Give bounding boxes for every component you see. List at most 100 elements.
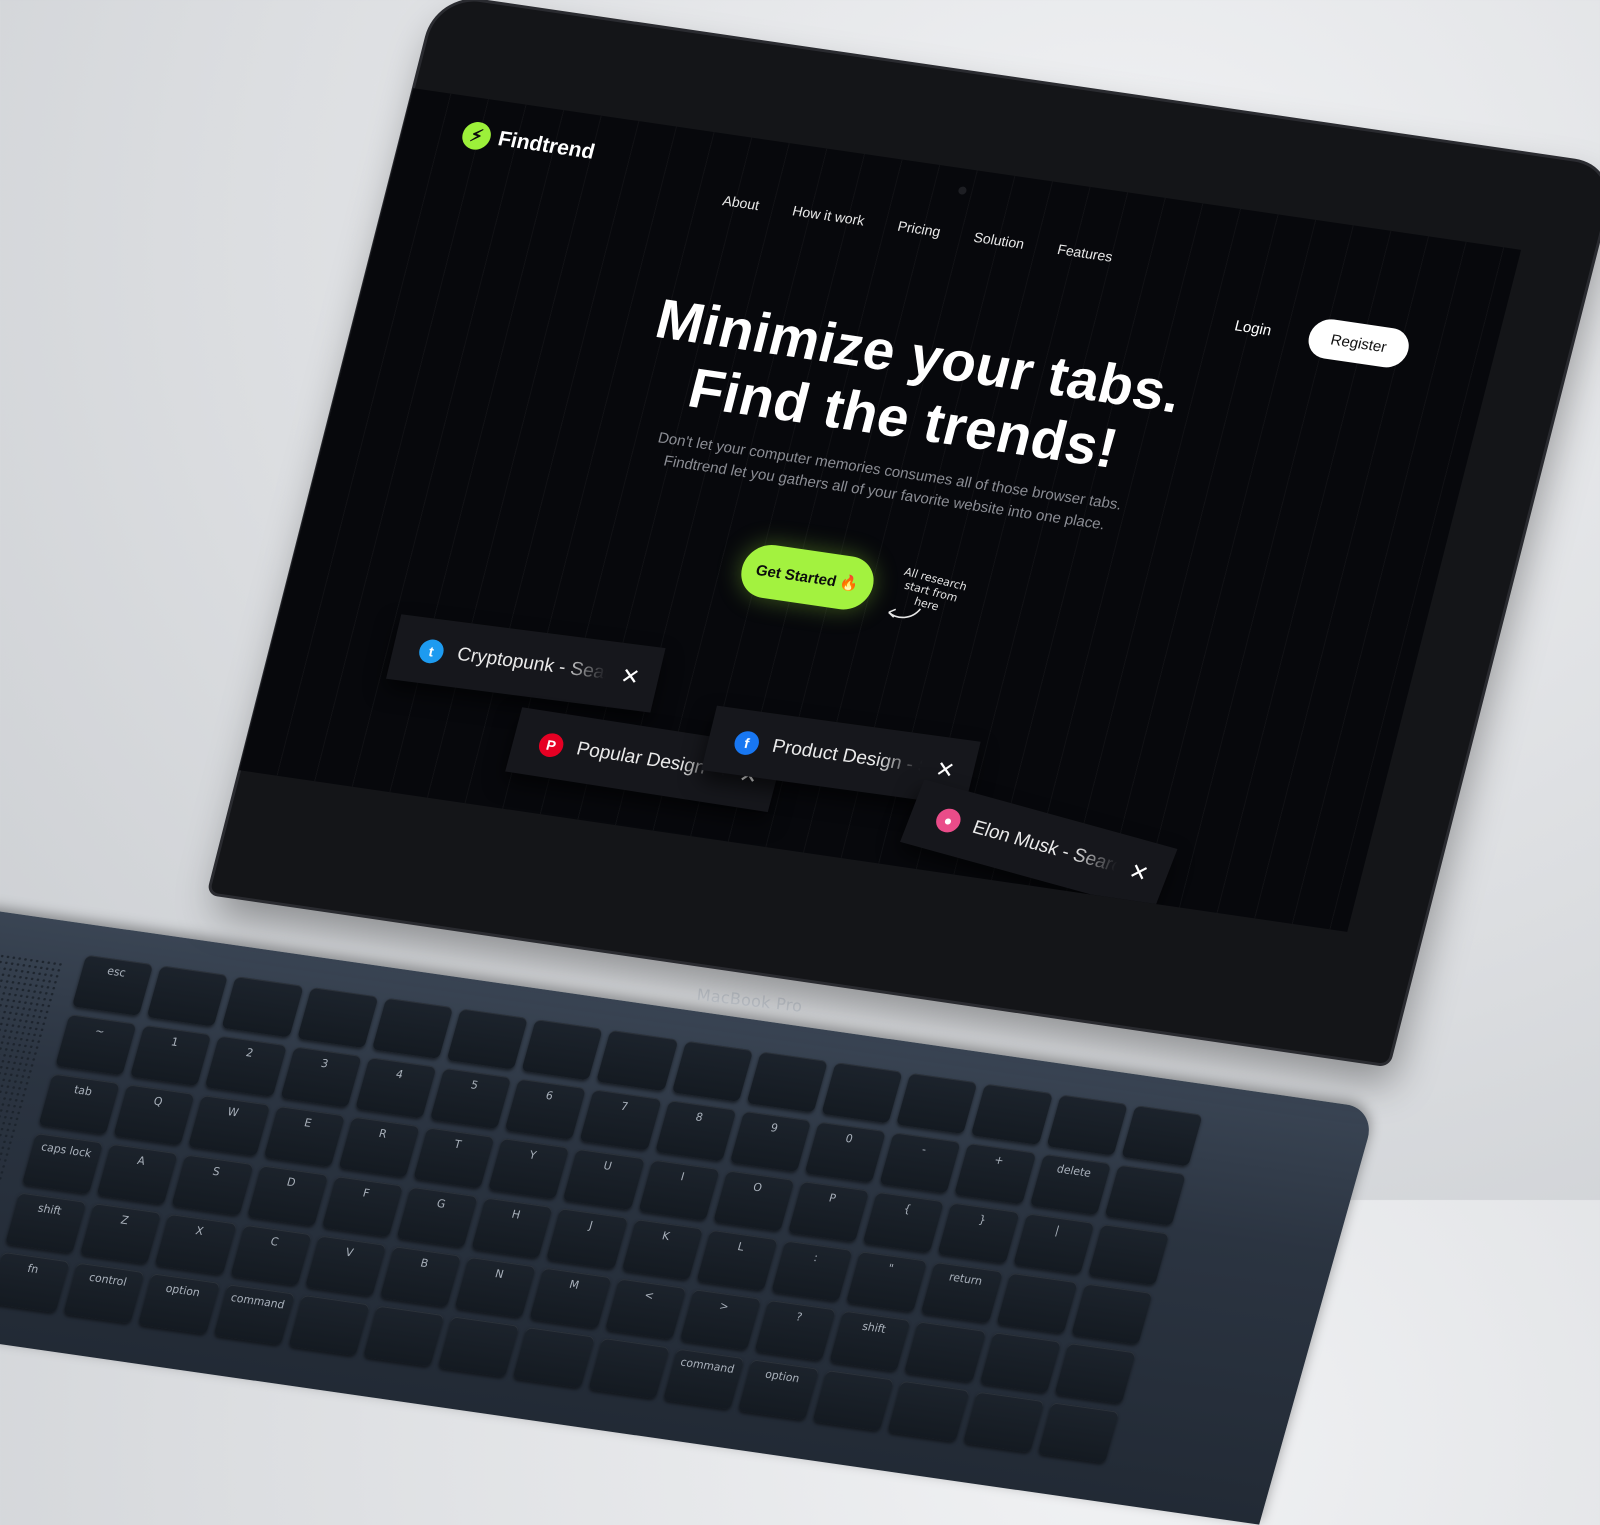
keyboard-key bbox=[363, 1305, 445, 1367]
keyboard-key: 1 bbox=[130, 1024, 212, 1087]
keyboard-key bbox=[812, 1370, 895, 1432]
register-button[interactable]: Register bbox=[1304, 316, 1414, 371]
keyboard-key: shift bbox=[829, 1310, 912, 1372]
keyboard-key: ~ bbox=[55, 1014, 137, 1076]
keyboard-key: 3 bbox=[280, 1046, 362, 1108]
keyboard-key bbox=[904, 1321, 987, 1383]
nav-item-pricing[interactable]: Pricing bbox=[896, 218, 942, 240]
keyboard-key: O bbox=[712, 1170, 795, 1232]
keyboard-key bbox=[671, 1040, 754, 1102]
keyboard-key bbox=[971, 1083, 1053, 1145]
keyboard-key: Q bbox=[113, 1084, 196, 1146]
keyboard-key: M bbox=[529, 1267, 612, 1329]
login-link[interactable]: Login bbox=[1233, 318, 1274, 340]
keyboard-key bbox=[296, 986, 379, 1049]
keyboard-key: " bbox=[846, 1251, 928, 1313]
nav-item-features[interactable]: Features bbox=[1056, 241, 1115, 265]
keyboard-key: F bbox=[321, 1175, 404, 1238]
keyboard-key bbox=[979, 1332, 1061, 1394]
keyboard-key: command bbox=[213, 1284, 295, 1346]
keyboard-key: U bbox=[563, 1148, 645, 1210]
keyboard-key: } bbox=[937, 1202, 1020, 1264]
keyboard-key: Y bbox=[488, 1138, 570, 1200]
keyboard-key: 0 bbox=[804, 1121, 887, 1183]
keyboard-key bbox=[962, 1391, 1045, 1453]
close-icon[interactable]: ✕ bbox=[617, 663, 643, 691]
keyboard-key bbox=[995, 1272, 1078, 1334]
tab-title: Product Design - Search bbox=[770, 735, 924, 778]
fire-icon: 🔥 bbox=[837, 574, 861, 594]
keyboard-key: ? bbox=[754, 1299, 837, 1361]
keyboard-key: 2 bbox=[205, 1035, 287, 1097]
keyboard-key: E bbox=[263, 1105, 345, 1167]
keyboard-key bbox=[371, 997, 454, 1059]
keyboard-key: K bbox=[621, 1218, 703, 1281]
keyboard-key: esc bbox=[71, 954, 154, 1016]
keyboard-key bbox=[746, 1051, 828, 1113]
keyboard-key bbox=[887, 1380, 970, 1442]
tab-card-cryptopunk[interactable]: t Cryptopunk - Search ✕ bbox=[386, 614, 666, 713]
keyboard-key: command bbox=[662, 1348, 745, 1410]
brand-name: Findtrend bbox=[495, 127, 598, 164]
pinterest-icon: P bbox=[536, 731, 567, 759]
keyboard-key: G bbox=[396, 1186, 479, 1248]
keyboard-key: tab bbox=[38, 1073, 121, 1135]
keyboard-key bbox=[146, 965, 229, 1027]
get-started-button[interactable]: Get Started 🔥 bbox=[735, 541, 880, 614]
keyboard-key bbox=[221, 976, 304, 1038]
keyboard-key: shift bbox=[5, 1192, 87, 1254]
keyboard-key: return bbox=[921, 1261, 1003, 1324]
keyboard-key: R bbox=[338, 1116, 420, 1178]
keyboard-key: + bbox=[954, 1143, 1037, 1205]
keyboard-key bbox=[821, 1062, 903, 1124]
bolt-icon: ⚡︎ bbox=[459, 120, 494, 152]
twitter-icon: t bbox=[416, 638, 447, 665]
brand-logo[interactable]: ⚡︎ Findtrend bbox=[459, 120, 597, 166]
keyboard-key bbox=[596, 1029, 679, 1092]
keyboard-key: delete bbox=[1029, 1153, 1112, 1215]
keyboard-key: 9 bbox=[729, 1110, 812, 1172]
keyboard-key bbox=[1070, 1283, 1153, 1345]
keyboard-key: L bbox=[696, 1229, 778, 1291]
keyboard-key: P bbox=[787, 1181, 870, 1243]
close-icon[interactable]: ✕ bbox=[932, 756, 958, 784]
keyboard-key bbox=[1046, 1094, 1128, 1156]
keyboard-key bbox=[288, 1294, 370, 1356]
nav-item-solution[interactable]: Solution bbox=[972, 229, 1026, 252]
keyboard-key: I bbox=[638, 1159, 720, 1221]
keyboard: esc ~1 2 3 4 5 6 7 8 9 0- + delete tab Q W E R T Y U I O P{} | ca… bbox=[0, 954, 1203, 1464]
keyboard-key: - bbox=[879, 1132, 962, 1194]
keyboard-key bbox=[512, 1327, 595, 1389]
keyboard-key: N bbox=[454, 1256, 537, 1319]
keyboard-key: < bbox=[604, 1278, 687, 1340]
keyboard-key: 4 bbox=[354, 1057, 437, 1119]
keyboard-key bbox=[1104, 1164, 1186, 1226]
nav-item-about[interactable]: About bbox=[721, 192, 761, 213]
close-icon[interactable]: ✕ bbox=[1124, 858, 1153, 888]
tab-title: Cryptopunk - Search bbox=[454, 643, 609, 685]
keyboard-key: : bbox=[771, 1240, 853, 1302]
keyboard-key: H bbox=[471, 1197, 554, 1259]
keyboard-key: C bbox=[229, 1224, 312, 1286]
keyboard-key: 6 bbox=[504, 1078, 587, 1140]
keyboard-key bbox=[1054, 1342, 1136, 1404]
keyboard-key: option bbox=[138, 1273, 220, 1335]
facebook-icon: f bbox=[731, 729, 762, 757]
keyboard-key bbox=[446, 1008, 529, 1070]
keyboard-key: Z bbox=[80, 1203, 162, 1265]
keyboard-key: { bbox=[862, 1191, 945, 1253]
keyboard-key: D bbox=[246, 1165, 329, 1227]
get-started-label: Get Started bbox=[754, 561, 839, 590]
keyboard-key: option bbox=[737, 1359, 820, 1421]
device-label: MacBook Pro bbox=[695, 985, 804, 1016]
keyboard-key: 7 bbox=[579, 1089, 662, 1151]
camera-icon bbox=[957, 186, 968, 196]
keyboard-key: | bbox=[1012, 1213, 1095, 1275]
main-nav: About How it work Pricing Solution Featu… bbox=[721, 192, 1114, 264]
keyboard-key: fn bbox=[0, 1251, 71, 1313]
keyboard-key bbox=[521, 1019, 604, 1081]
keyboard-key: T bbox=[413, 1127, 495, 1189]
nav-item-how-it-work[interactable]: How it work bbox=[791, 202, 867, 228]
keyboard-key: > bbox=[679, 1289, 762, 1351]
keyboard-key bbox=[896, 1072, 978, 1135]
